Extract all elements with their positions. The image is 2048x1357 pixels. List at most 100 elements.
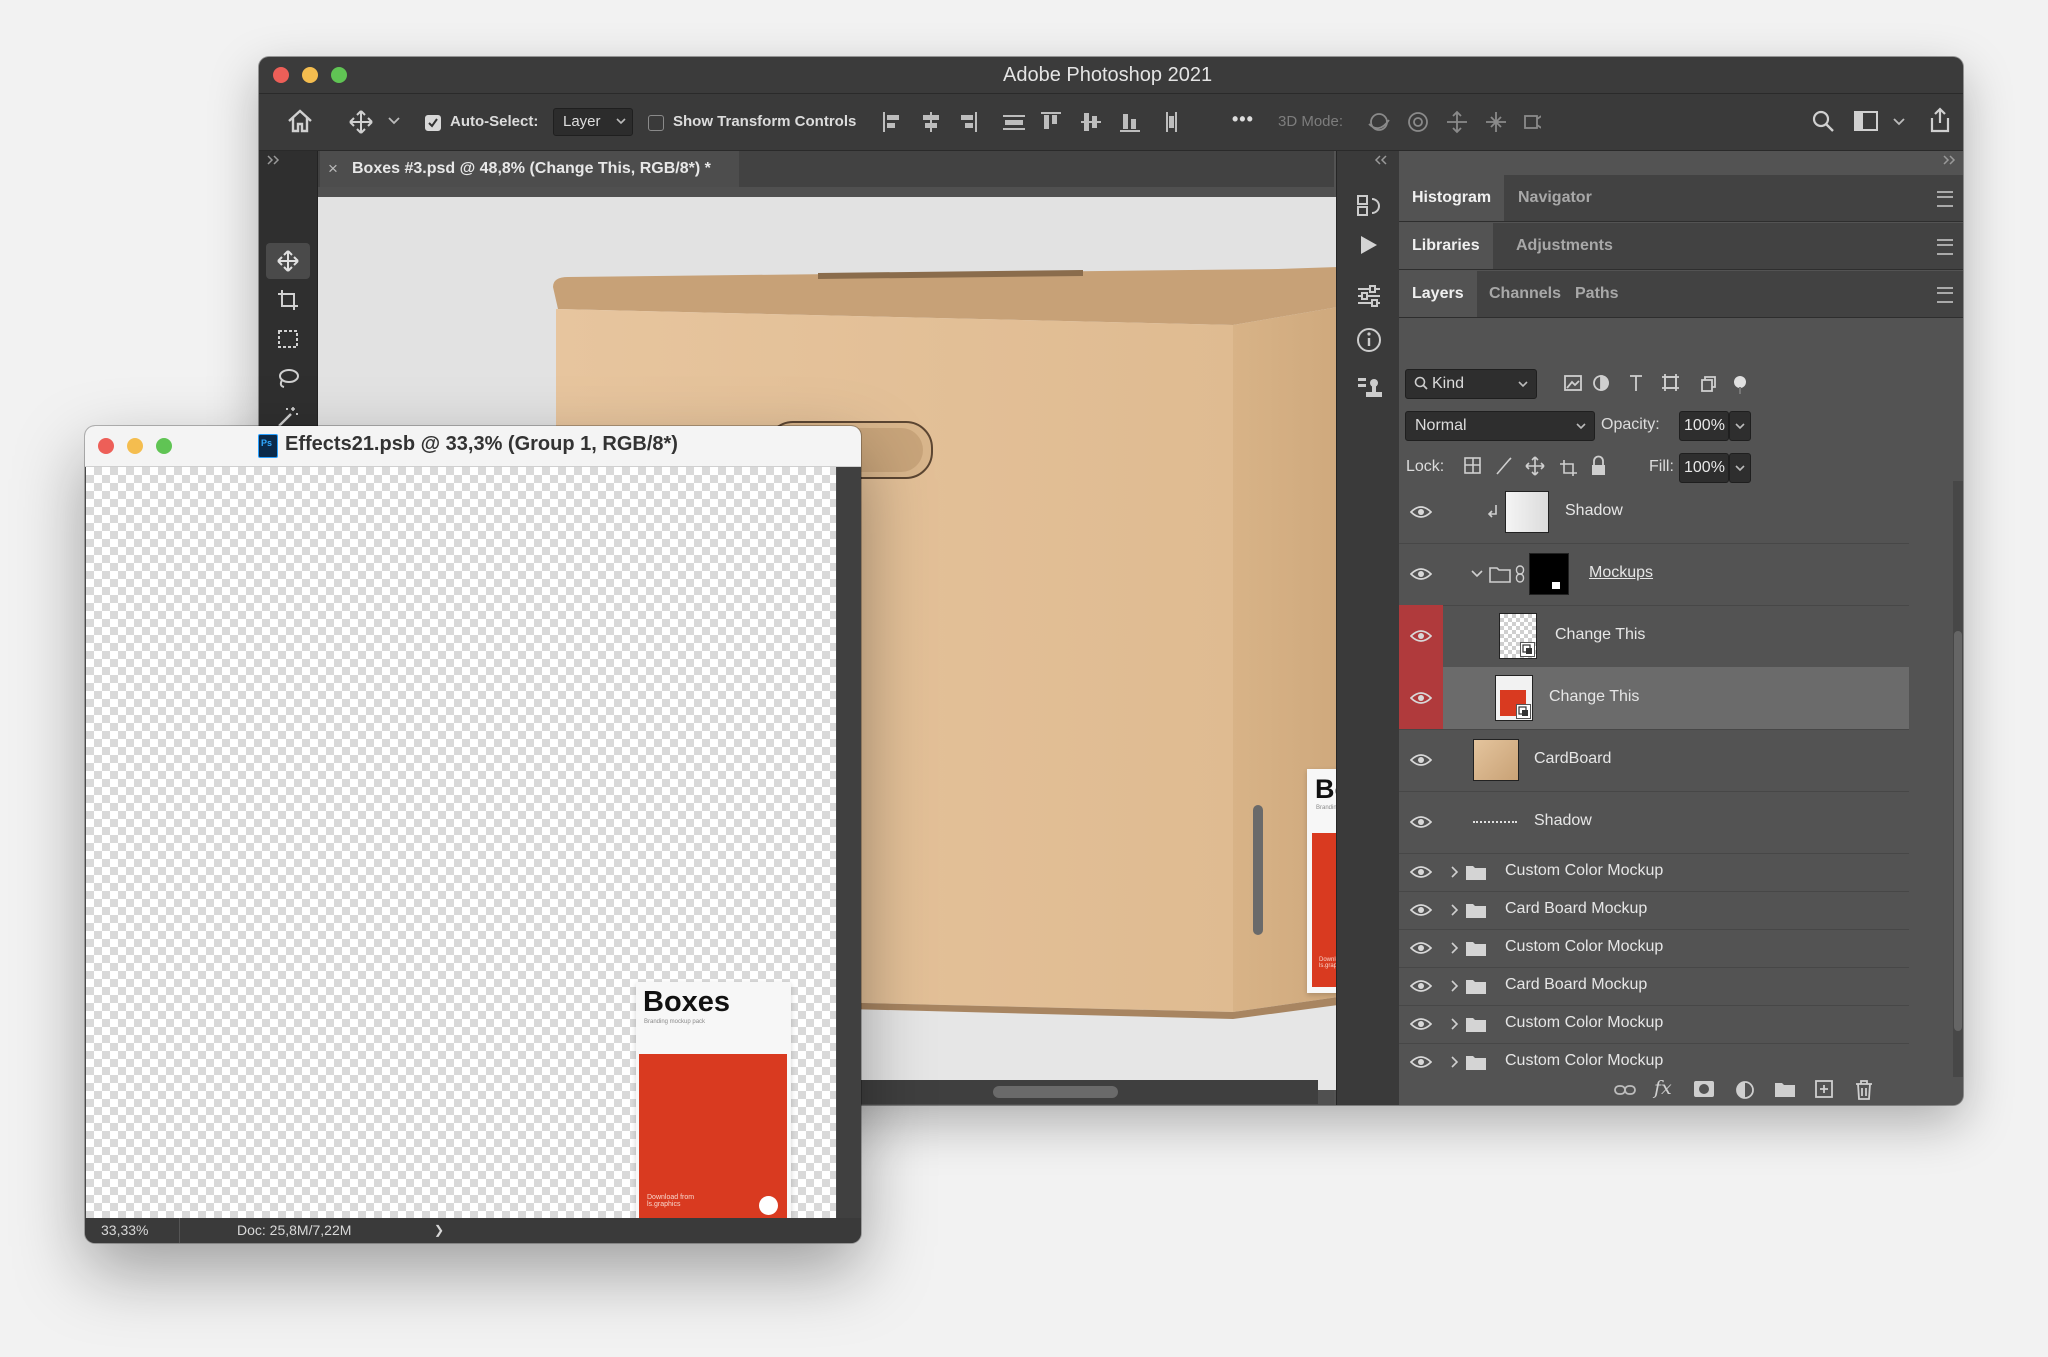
workspace-chevron-down-icon[interactable]: [1893, 118, 1905, 126]
layer-row[interactable]: Change This: [1399, 667, 1909, 730]
layers-scrollbar-thumb[interactable]: [1954, 631, 1962, 1031]
adjustment-layer-icon[interactable]: [1734, 1079, 1756, 1101]
artboard-tool-button[interactable]: [266, 282, 310, 318]
fill-input[interactable]: 100%: [1679, 453, 1729, 483]
layer-style-fx-icon[interactable]: fx: [1654, 1077, 1672, 1099]
mask-link-icon[interactable]: [1515, 565, 1525, 583]
effects-canvas-transparent[interactable]: Boxes Branding mockup pack Download from…: [86, 467, 836, 1218]
layer-row[interactable]: Custom Color Mockup: [1399, 853, 1909, 892]
group-chevron-right-icon[interactable]: [1451, 942, 1459, 954]
layer-row[interactable]: Card Board Mockup: [1399, 967, 1909, 1006]
new-layer-icon[interactable]: [1814, 1079, 1834, 1099]
vertical-scrollbar-thumb[interactable]: [1253, 805, 1263, 935]
layer-visibility-toggle[interactable]: [1399, 481, 1443, 543]
zoom-level[interactable]: 33,33%: [101, 1222, 148, 1238]
layer-visibility-toggle[interactable]: [1399, 729, 1443, 791]
history-icon[interactable]: [1356, 193, 1382, 219]
layer-row[interactable]: Custom Color Mockup: [1399, 1043, 1909, 1077]
share-icon[interactable]: [1927, 106, 1953, 134]
actions-play-icon[interactable]: [1358, 234, 1380, 256]
layer-visibility-toggle[interactable]: [1399, 667, 1443, 729]
panel-menu-icon[interactable]: [1937, 239, 1953, 255]
group-chevron-right-icon[interactable]: [1451, 866, 1459, 878]
close-tab-icon[interactable]: ×: [328, 159, 338, 179]
group-chevron-right-icon[interactable]: [1451, 1056, 1459, 1068]
collapse-dock-icon[interactable]: [1373, 155, 1387, 165]
properties-sliders-icon[interactable]: [1356, 283, 1382, 309]
tab-channels[interactable]: Channels: [1476, 271, 1574, 317]
document-tab[interactable]: × Boxes #3.psd @ 48,8% (Change This, RGB…: [320, 151, 739, 187]
clone-source-stamp-icon[interactable]: [1356, 375, 1382, 401]
horizontal-scrollbar-thumb[interactable]: [993, 1086, 1118, 1098]
layer-row[interactable]: Change This: [1399, 605, 1909, 668]
add-mask-icon[interactable]: [1693, 1079, 1715, 1099]
group-chevron-right-icon[interactable]: [1451, 980, 1459, 992]
layer-visibility-toggle[interactable]: [1399, 929, 1443, 967]
more-options-button[interactable]: •••: [1232, 109, 1254, 130]
tab-adjustments[interactable]: Adjustments: [1503, 223, 1626, 269]
move-tool-button[interactable]: [266, 243, 310, 279]
new-group-folder-icon[interactable]: [1774, 1080, 1796, 1098]
layer-visibility-toggle[interactable]: [1399, 967, 1443, 1005]
tab-paths[interactable]: Paths: [1562, 271, 1632, 317]
info-icon[interactable]: [1356, 327, 1382, 353]
layer-visibility-toggle[interactable]: [1399, 543, 1443, 605]
group-chevron-right-icon[interactable]: [1451, 904, 1459, 916]
tool-preset-chevron-down-icon[interactable]: [388, 117, 400, 125]
folder-icon: [1465, 901, 1487, 919]
layer-name: Custom Color Mockup: [1505, 1014, 1664, 1031]
blend-mode-dropdown[interactable]: Normal: [1405, 411, 1595, 441]
auto-select-checkbox[interactable]: [425, 115, 441, 131]
fill-slider-toggle[interactable]: [1729, 453, 1751, 483]
search-icon[interactable]: [1811, 109, 1835, 133]
group-chevron-right-icon[interactable]: [1451, 1018, 1459, 1030]
workspace-layout-icon[interactable]: [1853, 110, 1879, 132]
link-layers-icon[interactable]: [1613, 1079, 1637, 1101]
layer-filter-kind-dropdown[interactable]: Kind: [1405, 369, 1537, 399]
layer-visibility-toggle[interactable]: [1399, 853, 1443, 891]
opacity-input[interactable]: 100%: [1679, 411, 1729, 441]
zoom-window-button[interactable]: [331, 67, 347, 83]
tab-histogram[interactable]: Histogram: [1399, 175, 1505, 221]
tab-layers[interactable]: Layers: [1399, 271, 1477, 317]
minimize-window-button[interactable]: [127, 438, 143, 454]
move-icon: [276, 249, 300, 273]
effects-vertical-scrollbar[interactable]: [837, 467, 861, 1218]
home-icon[interactable]: [286, 108, 314, 134]
layer-row[interactable]: Custom Color Mockup: [1399, 929, 1909, 968]
layer-visibility-toggle[interactable]: [1399, 891, 1443, 929]
expand-tools-icon[interactable]: [267, 155, 281, 165]
minimize-window-button[interactable]: [302, 67, 318, 83]
layer-row[interactable]: Custom Color Mockup: [1399, 1005, 1909, 1044]
tab-libraries[interactable]: Libraries: [1399, 223, 1493, 269]
layer-row[interactable]: CardBoard: [1399, 729, 1909, 792]
marquee-tool-button[interactable]: [266, 321, 310, 357]
chevron-down-icon: [1735, 423, 1745, 430]
close-window-button[interactable]: [273, 67, 289, 83]
layer-row[interactable]: Shadow: [1399, 791, 1909, 854]
auto-select-target-dropdown[interactable]: Layer: [553, 108, 633, 136]
lock-options-icons[interactable]: [1463, 455, 1623, 477]
zoom-window-button[interactable]: [156, 438, 172, 454]
group-chevron-down-icon[interactable]: [1471, 570, 1483, 578]
layer-visibility-toggle[interactable]: [1399, 791, 1443, 853]
opacity-slider-toggle[interactable]: [1729, 411, 1751, 441]
layer-visibility-toggle[interactable]: [1399, 1043, 1443, 1077]
close-window-button[interactable]: [98, 438, 114, 454]
layer-visibility-toggle[interactable]: [1399, 1005, 1443, 1043]
panel-menu-icon[interactable]: [1937, 287, 1953, 303]
move-tool-icon[interactable]: [348, 109, 374, 135]
show-transform-controls-checkbox[interactable]: [648, 115, 664, 131]
status-info-chevron-right-icon[interactable]: ❯: [434, 1223, 444, 1237]
layer-visibility-toggle[interactable]: [1399, 605, 1443, 667]
delete-layer-trash-icon[interactable]: [1854, 1079, 1874, 1101]
collapse-panels-icon[interactable]: [1943, 155, 1957, 165]
layer-row[interactable]: Mockups: [1399, 543, 1909, 606]
panel-menu-icon[interactable]: [1937, 191, 1953, 207]
layer-mask-thumbnail[interactable]: [1529, 553, 1569, 595]
lasso-tool-button[interactable]: [266, 360, 310, 396]
layers-scrollbar[interactable]: [1953, 481, 1963, 1077]
layer-row[interactable]: Shadow: [1399, 481, 1909, 544]
tab-navigator[interactable]: Navigator: [1505, 175, 1605, 221]
layer-row[interactable]: Card Board Mockup: [1399, 891, 1909, 930]
